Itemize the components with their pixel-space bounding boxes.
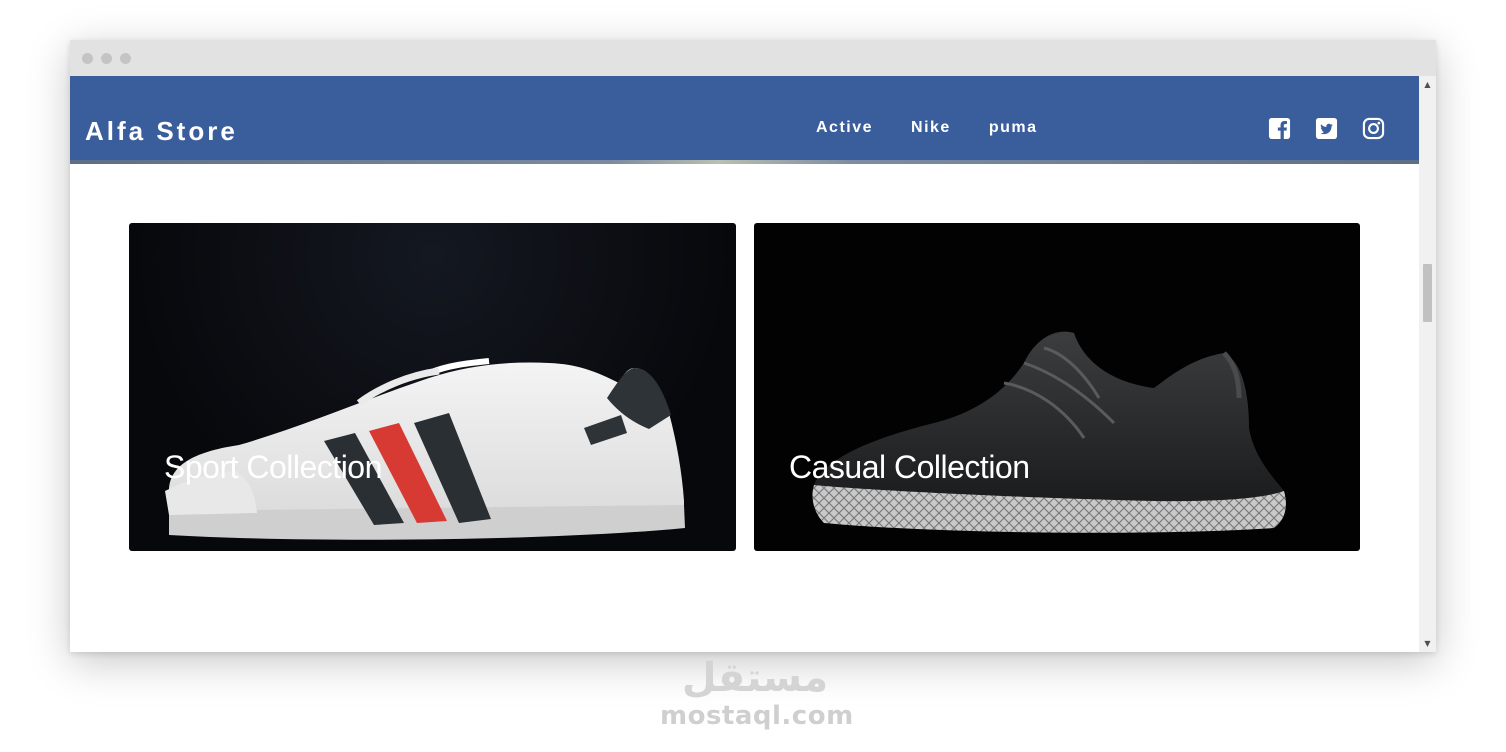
watermark-arabic-logo: مستقل: [681, 655, 829, 701]
hero-image-edge: [70, 160, 1419, 164]
scroll-up-arrow[interactable]: ▲: [1419, 76, 1436, 93]
page-viewport: Alfa Store Active Nike puma Sport Collec…: [70, 76, 1419, 652]
facebook-icon[interactable]: [1268, 117, 1291, 140]
twitter-icon[interactable]: [1315, 117, 1338, 140]
page-scrollbar[interactable]: ▲ ▼: [1419, 76, 1436, 652]
nav-links: Active Nike puma: [816, 119, 1038, 137]
collections-section: Sport Collection Casual Collection: [129, 223, 1360, 551]
sport-collection-title: Sport Collection: [164, 449, 382, 485]
nav-link-nike[interactable]: Nike: [911, 119, 951, 137]
instagram-icon[interactable]: [1362, 117, 1385, 140]
nav-link-active[interactable]: Active: [816, 119, 873, 137]
scroll-down-arrow[interactable]: ▼: [1419, 635, 1436, 652]
page: Alfa Store Active Nike puma Sport Collec…: [0, 0, 1506, 752]
browser-window: Alfa Store Active Nike puma Sport Collec…: [70, 40, 1436, 652]
casual-collection-title: Casual Collection: [789, 449, 1030, 485]
scroll-thumb[interactable]: [1423, 264, 1432, 322]
watermark: مستقل mostaql.com: [660, 655, 854, 731]
window-minimize-dot[interactable]: [101, 53, 112, 64]
casual-collection-card[interactable]: Casual Collection: [754, 223, 1360, 551]
browser-title-bar: [70, 40, 1436, 76]
nav-link-puma[interactable]: puma: [989, 119, 1038, 137]
watermark-text: mostaql.com: [660, 701, 854, 731]
navbar: Alfa Store Active Nike puma: [70, 76, 1419, 164]
brand-logo[interactable]: Alfa Store: [85, 116, 238, 147]
white-sneaker-image: [165, 358, 685, 540]
black-sneaker-image: [812, 331, 1286, 533]
window-close-dot[interactable]: [82, 53, 93, 64]
window-maximize-dot[interactable]: [120, 53, 131, 64]
social-links: [1268, 117, 1385, 140]
sport-collection-card[interactable]: Sport Collection: [129, 223, 736, 551]
